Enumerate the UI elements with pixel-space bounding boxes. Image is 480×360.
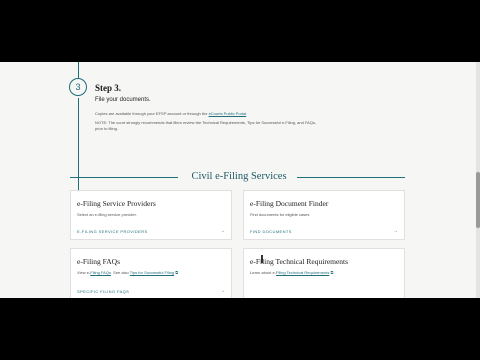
arrow-right-icon[interactable]: → (393, 228, 398, 234)
card-faqs: e-Filing FAQs View e-Filing FAQs. See al… (70, 248, 232, 298)
step-number-circle: 3 (69, 78, 87, 96)
card-description: View e-Filing FAQs. See also Tips for Su… (77, 270, 178, 275)
external-link-icon: ⧉ (330, 270, 334, 275)
step-connector-line (78, 62, 79, 78)
section-divider-right (297, 177, 405, 178)
step-note: NOTE: The court strongly recommends that… (95, 120, 317, 131)
step-text-before-link: Copies are available through your EFSP a… (95, 111, 209, 116)
card-description: Find documents for eligible cases (250, 212, 310, 217)
step-text-after-link: . (246, 111, 248, 116)
section-title: Civil e-Filing Services (191, 171, 287, 182)
external-link-icon: ⧉ (175, 270, 179, 275)
step-subtitle: File your documents. (95, 97, 151, 103)
card-description: Select an e-filing service provider. (77, 212, 137, 217)
step-description: Copies are available through your EFSP a… (95, 111, 325, 116)
card-service-providers: e-Filing Service Providers Select an e-f… (70, 190, 232, 240)
card-title: e-Filing Technical Requirements (250, 257, 349, 266)
card-title: e-Filing Document Finder (250, 199, 329, 208)
step-number: 3 (75, 82, 81, 92)
card-document-finder: e-Filing Document Finder Find documents … (243, 190, 405, 240)
faqs-link[interactable]: Filing FAQs (90, 270, 111, 275)
tech-desc-prefix: Learn about e- (250, 270, 277, 275)
scrollbar-thumb[interactable] (476, 172, 480, 228)
faq-desc-mid: . See also (110, 270, 130, 275)
step-title: Step 3. (95, 83, 122, 93)
arrow-right-icon[interactable]: → (220, 288, 225, 294)
arrow-right-icon[interactable]: → (220, 228, 225, 234)
card-title: e-Filing FAQs (77, 257, 120, 266)
card-description: Learn about e-Filing Technical Requireme… (250, 270, 333, 275)
page-viewport: 3 Step 3. File your documents. Copies ar… (0, 62, 480, 298)
specific-faqs-link[interactable]: SPECIFIC FILING FAQS (77, 289, 129, 294)
section-divider-left (70, 177, 178, 178)
find-documents-link[interactable]: FIND DOCUMENTS (250, 229, 292, 234)
step-connector-line (78, 98, 79, 194)
card-technical-requirements: e-Filing Technical Requirements Learn ab… (243, 248, 405, 298)
tips-link[interactable]: Tips for Successful Filing (130, 270, 174, 275)
card-title: e-Filing Service Providers (77, 199, 156, 208)
service-providers-link[interactable]: E-FILING SERVICE PROVIDERS (77, 229, 148, 234)
text-cursor (261, 255, 263, 263)
ecourts-portal-link[interactable]: eCourts Public Portal (209, 111, 247, 116)
scrollbar[interactable] (476, 62, 480, 298)
technical-requirements-link[interactable]: Filing Technical Requirements (276, 270, 329, 275)
faq-desc-prefix: View e- (77, 270, 91, 275)
